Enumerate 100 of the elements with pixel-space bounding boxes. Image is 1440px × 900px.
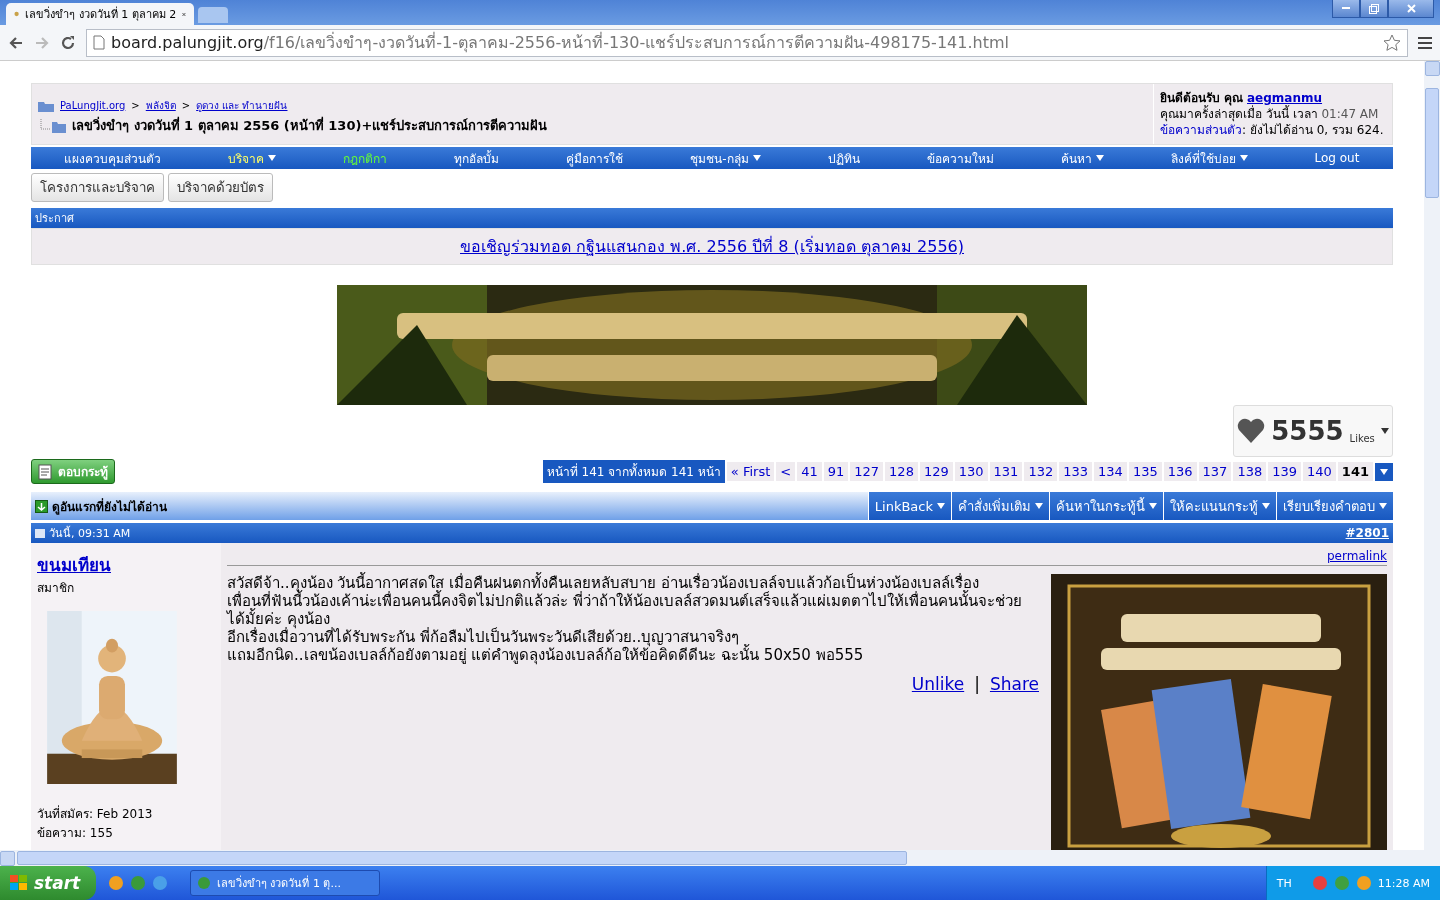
page-link[interactable]: 131 [989, 462, 1023, 481]
browser-icon[interactable] [108, 875, 124, 891]
nav-link[interactable]: ทุกอัลบั้ม [454, 148, 500, 168]
nav-link[interactable]: แผงควบคุมส่วนตัว [64, 148, 162, 168]
welcome-text: ยินดีต้อนรับ คุณ [1160, 91, 1244, 105]
horizontal-scrollbar[interactable] [0, 850, 1440, 866]
post-icon [35, 528, 45, 538]
page-link[interactable]: 130 [954, 462, 988, 481]
page-link[interactable]: 141 [1337, 462, 1373, 481]
announcement-heading: ประกาศ [31, 208, 1393, 228]
author-role: สมาชิก [37, 580, 75, 597]
last-visit-text: คุณมาครั้งล่าสุดเมื่อ วันนี้ เวลา [1160, 107, 1318, 121]
page-link[interactable]: 135 [1128, 462, 1162, 481]
messages-count: : ยังไม่ได้อ่าน 0, รวม 624. [1242, 123, 1384, 137]
page-link[interactable]: 128 [885, 462, 918, 481]
previous-page-link[interactable]: < [776, 462, 796, 481]
address-bar[interactable]: board.palungjit.org/f16/เลขวิ่งขำๆ-งวดวันที่-1-ตุลาคม-2556-หน้าที่-130-แชร์ประสบการณ์การตีความฝัน-498175-141.html [86, 28, 1408, 57]
minimize-button[interactable] [1332, 0, 1360, 18]
nav-link[interactable]: ปฏิทิน [827, 148, 860, 168]
username-link[interactable]: aegmanmu [1247, 91, 1323, 105]
thread-tool-button[interactable]: คำสั่งเพิ่มเติม [951, 492, 1049, 520]
page-link[interactable]: 134 [1094, 462, 1127, 481]
reload-icon[interactable] [60, 34, 76, 51]
folder-icon [38, 118, 66, 133]
down-arrow-icon [35, 499, 48, 513]
page-link[interactable]: 139 [1268, 462, 1302, 481]
clock: 11:28 AM [1377, 876, 1430, 890]
windows-logo-icon [10, 875, 28, 891]
minimize-icon [1342, 7, 1350, 10]
folder-icon [38, 99, 54, 112]
menu-icon[interactable] [1418, 36, 1432, 49]
breadcrumb-link[interactable]: ดูดวง และ ทำนายฝัน [196, 98, 288, 113]
page-menu-button[interactable] [1375, 462, 1393, 481]
donate-button[interactable]: บริจาคด้วยบัตร [168, 173, 273, 202]
separator: > [181, 100, 191, 111]
thread-title: เลขวิ่งขำๆ งวดวันที่ 1 ตุลาคม 2556 (หน้าที่ 130)+แชร์ประสบการณ์การตีความฝัน [72, 115, 548, 136]
page-link[interactable]: 129 [919, 462, 953, 481]
tray-icon[interactable] [1311, 875, 1328, 891]
donate-button[interactable]: โครงการและบริจาค [31, 173, 164, 202]
page-link[interactable]: 132 [1024, 462, 1058, 481]
vertical-scrollbar[interactable] [1424, 61, 1440, 850]
first-unread-link[interactable]: ดูอันแรกที่ยังไม่ได้อ่าน [31, 492, 868, 520]
caret-icon [1035, 503, 1043, 509]
caret-icon [1379, 503, 1387, 509]
browser-icon [197, 876, 211, 890]
caret-icon [1380, 468, 1388, 475]
post-text: สวัสดีจ้า..คุงน้อง วันนี้อากาศสดใส เมื่อคืนฝนตกทั้งคืนเลยหลับสบาย อ่านเรื่อวน้องเบลล์จบแล้วก้อเป็นห่วงน้องเบลล์เรื่อง เพื่อนที่ฟันนี้วน้องเค้าน่ะเพื่อนคนนี้คงจิตไม่ปกติแล้วล่ะ พี่ว่าถ้าให้น้องเบลล์สวดมนต์เสร็จแล้วแผ่เมตตาไปให้เพื่อนคนนั้นจะช่วย ได้มั้ยค่ะ คุงน้อง อีกเรื่องเมื่อวานที่ได้รับพระกัน พี่ก้อลืมไปเป็นวันพระวันดีเสียด้วย..บุญวาสนาจริงๆ แถมอีกนิด..เลขน้องเบลล์ก้อยังตามอยู่ แต่คำพูดลุงน้องเบลล์ก้อให้ข้อคิดดีดีนะ ฉะนั้น 50x50 พอ555 [227, 574, 1023, 664]
nav-link[interactable]: Log out [1314, 151, 1360, 165]
nav-link[interactable]: ข้อความใหม่ [926, 148, 994, 168]
close-window-button[interactable] [1388, 0, 1434, 18]
page-summary: หน้าที่ 141 จากทั้งหมด 141 หน้า [542, 460, 725, 483]
page-link[interactable]: 133 [1059, 462, 1093, 481]
first-page-link[interactable]: « First [726, 462, 775, 481]
likes-count: 5555 [1271, 416, 1344, 446]
nav-link[interactable]: ค้นหา [1060, 148, 1104, 168]
post-number[interactable]: #2801 [1345, 526, 1389, 540]
nav-link[interactable]: คู่มือการใช้ [566, 148, 624, 168]
author-name[interactable]: ขนมเทียน [37, 551, 215, 578]
post-action-link[interactable]: Unlike [911, 674, 965, 694]
page-link[interactable]: 136 [1163, 462, 1197, 481]
page-link[interactable]: 140 [1303, 462, 1336, 481]
page-link[interactable]: 137 [1198, 462, 1232, 481]
caret-icon [1262, 503, 1270, 509]
nav-link[interactable]: ลิงค์ที่ใช้บ่อย [1170, 148, 1248, 168]
permalink[interactable]: permalink [1327, 549, 1387, 563]
caret-icon [937, 503, 945, 509]
announcement-link[interactable]: ขอเชิญร่วมทอด กฐินแสนกอง พ.ศ. 2556 ปีที่ 8 (เริ่มทอด ตุลาคม 2556) [460, 237, 964, 256]
page-link[interactable]: 127 [850, 462, 884, 481]
post-date: วันนี้, 09:31 AM [49, 525, 131, 542]
forward-icon[interactable] [34, 34, 50, 51]
nav-link[interactable]: ชุมชน-กลุ่ม [690, 148, 761, 168]
breadcrumb-link[interactable]: พลังจิต [145, 98, 176, 113]
join-date: วันที่สมัคร: Feb 2013 [37, 804, 154, 823]
caret-icon [1380, 428, 1389, 434]
taskbar-button[interactable]: เลขวิ่งขำๆ งวดวันที่ 1 ตุ... [190, 870, 380, 896]
back-icon[interactable] [8, 34, 24, 51]
page-link[interactable]: 91 [823, 462, 849, 481]
browser-icon[interactable] [152, 875, 168, 891]
post-count: ข้อความ: 155 [37, 825, 114, 842]
visit-time: 01:47 AM [1321, 107, 1379, 121]
browser-tab[interactable]: เลขวิ่งขำๆ งวดวันที่ 1 ตุลาคม 2 [6, 3, 194, 25]
thread-tool-button[interactable]: ให้คะแนนกระทู้ [1163, 492, 1276, 520]
page-link[interactable]: 138 [1233, 462, 1267, 481]
thread-tool-button[interactable]: LinkBack [867, 492, 951, 520]
nav-link[interactable]: บริจาค [228, 148, 277, 168]
likes-box[interactable]: 5555 Likes [1233, 405, 1393, 457]
restore-icon [1369, 3, 1379, 14]
page-link[interactable]: 41 [797, 462, 822, 481]
tray-icon[interactable] [1355, 875, 1372, 891]
post-action-link[interactable]: Share [989, 674, 1039, 694]
thread-tool-button[interactable]: เรียบเรียงคำตอบ [1276, 492, 1393, 520]
private-messages-link[interactable]: ข้อความส่วนตัว [1160, 123, 1242, 137]
thread-tool-button[interactable]: ค้นหาในกระทู้นี้ [1049, 492, 1163, 520]
page-icon [93, 35, 105, 50]
restore-button[interactable] [1360, 0, 1388, 18]
browser-icon[interactable] [130, 875, 146, 891]
breadcrumb-link[interactable]: PaLungJit.org [60, 100, 126, 111]
heart-icon [1237, 418, 1266, 444]
nav-link[interactable]: กฎกติกา [343, 148, 388, 168]
star-icon[interactable] [1383, 33, 1401, 52]
